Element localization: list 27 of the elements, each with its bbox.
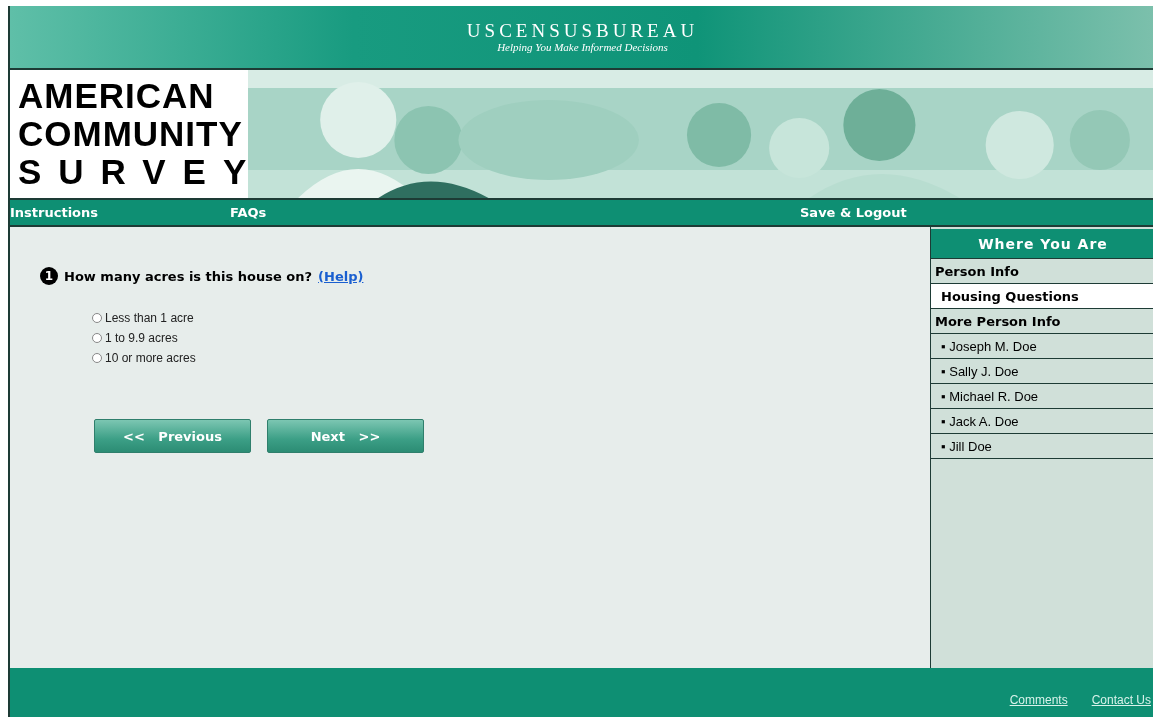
sidebar-item[interactable]: ▪ Jill Doe <box>931 434 1153 459</box>
radio-button[interactable] <box>92 333 102 343</box>
option-label: 1 to 9.9 acres <box>105 331 178 345</box>
question-number: 1 <box>40 267 58 285</box>
option-label: 10 or more acres <box>105 351 196 365</box>
nav-link[interactable]: FAQs <box>230 205 267 220</box>
sidebar-item[interactable]: ▪ Sally J. Doe <box>931 359 1153 384</box>
footer-link[interactable]: Contact Us <box>1091 693 1151 707</box>
option-label: Less than 1 acre <box>105 311 194 325</box>
question-text: How many acres is this house on? <box>64 268 313 284</box>
nav-link[interactable]: Save & Logout <box>800 205 907 220</box>
sidebar-item[interactable]: Housing Questions <box>931 284 1153 309</box>
sidebar-item[interactable]: ▪ Jack A. Doe <box>931 409 1153 434</box>
tagline: Helping You Make Informed Decisions <box>497 41 668 53</box>
sidebar-item[interactable]: More Person Info <box>931 309 1153 334</box>
radio-button[interactable] <box>92 313 102 323</box>
logo-text: COMMUNITY <box>18 115 244 153</box>
logo-text: AMERICAN <box>18 77 216 115</box>
agency-name: USCENSUSBUREAU <box>466 21 699 41</box>
sidebar-item[interactable]: ▪ Joseph M. Doe <box>931 334 1153 359</box>
sidebar-item[interactable]: ▪ Michael R. Doe <box>931 384 1153 409</box>
nav-link[interactable]: Instructions <box>10 205 98 220</box>
sidebar-title: Where You Are <box>931 229 1153 259</box>
logo-text: SURVEY <box>18 153 248 191</box>
help-link[interactable]: (Help) <box>318 268 364 284</box>
footer-link[interactable]: Comments <box>1009 693 1068 707</box>
radio-button[interactable] <box>92 353 102 363</box>
